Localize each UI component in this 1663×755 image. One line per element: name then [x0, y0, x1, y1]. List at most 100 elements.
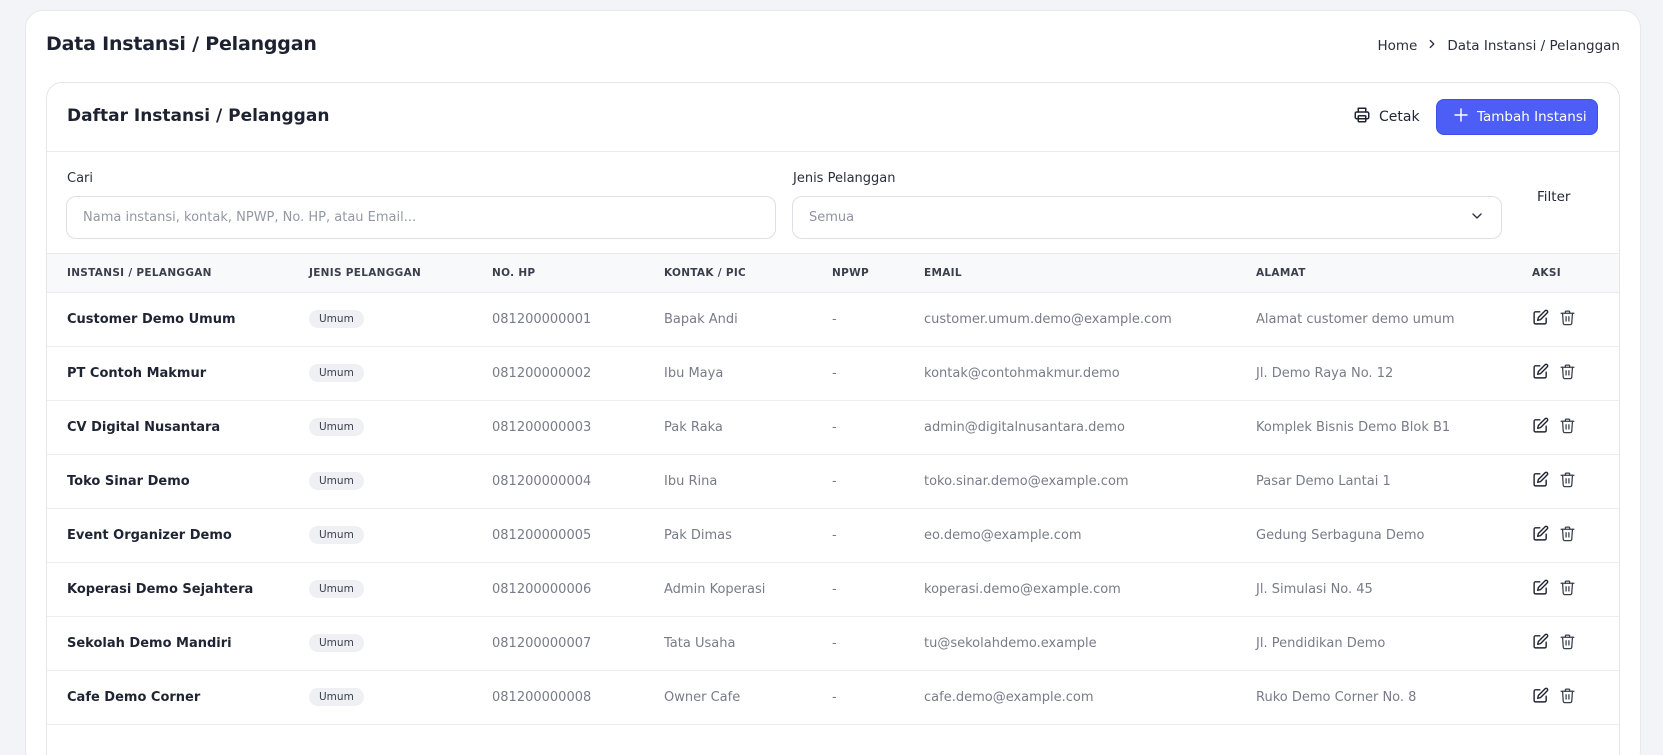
cell-email: eo.demo@example.com — [924, 527, 1082, 543]
row-actions — [1532, 525, 1619, 546]
add-instance-button[interactable]: Tambah Instansi — [1436, 99, 1598, 135]
cell-contact: Ibu Rina — [664, 473, 718, 489]
cell-email: cafe.demo@example.com — [924, 689, 1094, 705]
table-row[interactable]: Cafe Demo Corner Umum 081200000008 Owner… — [47, 670, 1619, 724]
cell-email: kontak@contohmakmur.demo — [924, 365, 1120, 381]
type-badge: Umum — [309, 526, 364, 544]
edit-icon[interactable] — [1532, 579, 1549, 600]
cell-npwp: - — [832, 635, 837, 651]
type-badge: Umum — [309, 310, 364, 328]
cell-npwp: - — [832, 527, 837, 543]
search-input[interactable] — [66, 196, 776, 239]
printer-icon — [1353, 106, 1371, 128]
cell-contact: Pak Raka — [664, 419, 723, 435]
customer-type-label: Jenis Pelanggan — [793, 171, 896, 186]
table-row[interactable]: CV Digital Nusantara Umum 081200000003 P… — [47, 400, 1619, 454]
edit-icon[interactable] — [1532, 363, 1549, 384]
cell-npwp: - — [832, 581, 837, 597]
cell-address: Jl. Simulasi No. 45 — [1256, 581, 1373, 597]
print-button-label: Cetak — [1379, 109, 1420, 125]
row-actions — [1532, 363, 1619, 384]
col-header-type[interactable]: JENIS PELANGGAN — [289, 254, 472, 292]
col-header-instance[interactable]: INSTANSI / PELANGGAN — [47, 254, 289, 292]
cell-npwp: - — [832, 365, 837, 381]
cell-name: Cafe Demo Corner — [67, 689, 201, 705]
table-row[interactable]: Customer Demo Umum Umum 081200000001 Bap… — [47, 292, 1619, 346]
type-badge: Umum — [309, 580, 364, 598]
page-card: Data Instansi / Pelanggan Home Data Inst… — [25, 10, 1641, 755]
type-badge: Umum — [309, 634, 364, 652]
col-header-email[interactable]: EMAIL — [904, 254, 1236, 292]
cell-actions — [1512, 454, 1619, 508]
cell-name: Customer Demo Umum — [67, 311, 236, 327]
col-header-phone[interactable]: NO. HP — [472, 254, 644, 292]
trash-icon[interactable] — [1559, 525, 1576, 546]
col-header-address[interactable]: ALAMAT — [1236, 254, 1512, 292]
panel-title: Daftar Instansi / Pelanggan — [67, 106, 330, 126]
trash-icon[interactable] — [1559, 687, 1576, 708]
customer-type-select[interactable]: Semua — [792, 196, 1502, 239]
cell-type: Umum — [289, 400, 472, 454]
cell-email: tu@sekolahdemo.example — [924, 635, 1097, 651]
type-badge: Umum — [309, 418, 364, 436]
plus-icon — [1453, 107, 1469, 127]
edit-icon[interactable] — [1532, 309, 1549, 330]
cell-address: Ruko Demo Corner No. 8 — [1256, 689, 1417, 705]
cell-email: admin@digitalnusantara.demo — [924, 419, 1125, 435]
trash-icon[interactable] — [1559, 471, 1576, 492]
cell-address: Jl. Pendidikan Demo — [1256, 635, 1386, 651]
trash-icon[interactable] — [1559, 309, 1576, 330]
cell-name: Event Organizer Demo — [67, 527, 232, 543]
cell-address: Alamat customer demo umum — [1256, 311, 1455, 327]
cell-type: Umum — [289, 562, 472, 616]
cell-name: Koperasi Demo Sejahtera — [67, 581, 254, 597]
edit-icon[interactable] — [1532, 525, 1549, 546]
col-header-npwp[interactable]: NPWP — [812, 254, 904, 292]
row-actions — [1532, 579, 1619, 600]
edit-icon[interactable] — [1532, 687, 1549, 708]
cell-npwp: - — [832, 311, 837, 327]
trash-icon[interactable] — [1559, 579, 1576, 600]
cell-actions — [1512, 400, 1619, 454]
filter-bar: Cari Jenis Pelanggan Semua Filter — [47, 152, 1619, 254]
table-row[interactable]: Toko Sinar Demo Umum 081200000004 Ibu Ri… — [47, 454, 1619, 508]
cell-phone: 081200000007 — [492, 635, 592, 651]
add-instance-button-label: Tambah Instansi — [1477, 109, 1587, 125]
edit-icon[interactable] — [1532, 417, 1549, 438]
cell-contact: Admin Koperasi — [664, 581, 766, 597]
cell-name: CV Digital Nusantara — [67, 419, 221, 435]
cell-contact: Ibu Maya — [664, 365, 724, 381]
cell-email: customer.umum.demo@example.com — [924, 311, 1172, 327]
trash-icon[interactable] — [1559, 633, 1576, 654]
trash-icon[interactable] — [1559, 417, 1576, 438]
customer-table: INSTANSI / PELANGGAN JENIS PELANGGAN NO.… — [47, 254, 1619, 725]
print-button[interactable]: Cetak — [1347, 100, 1426, 134]
filter-button[interactable]: Filter — [1529, 182, 1578, 212]
edit-icon[interactable] — [1532, 471, 1549, 492]
cell-actions — [1512, 616, 1619, 670]
trash-icon[interactable] — [1559, 363, 1576, 384]
cell-type: Umum — [289, 508, 472, 562]
table-row[interactable]: Event Organizer Demo Umum 081200000005 P… — [47, 508, 1619, 562]
cell-phone: 081200000004 — [492, 473, 592, 489]
row-actions — [1532, 633, 1619, 654]
cell-actions — [1512, 346, 1619, 400]
cell-name: Toko Sinar Demo — [67, 473, 190, 489]
table-body: Customer Demo Umum Umum 081200000001 Bap… — [47, 292, 1619, 724]
cell-phone: 081200000003 — [492, 419, 592, 435]
cell-phone: 081200000006 — [492, 581, 592, 597]
panel-header: Daftar Instansi / Pelanggan Cetak Tambah… — [47, 83, 1619, 152]
type-badge: Umum — [309, 364, 364, 382]
col-header-contact[interactable]: KONTAK / PIC — [644, 254, 812, 292]
cell-actions — [1512, 508, 1619, 562]
cell-phone: 081200000008 — [492, 689, 592, 705]
chevron-down-icon — [1469, 208, 1485, 228]
breadcrumb-home-link[interactable]: Home — [1377, 38, 1417, 54]
customer-type-value: Semua — [809, 210, 855, 225]
edit-icon[interactable] — [1532, 633, 1549, 654]
table-row[interactable]: Koperasi Demo Sejahtera Umum 08120000000… — [47, 562, 1619, 616]
table-row[interactable]: Sekolah Demo Mandiri Umum 081200000007 T… — [47, 616, 1619, 670]
cell-actions — [1512, 670, 1619, 724]
breadcrumb-current: Data Instansi / Pelanggan — [1447, 38, 1620, 54]
table-row[interactable]: PT Contoh Makmur Umum 081200000002 Ibu M… — [47, 346, 1619, 400]
